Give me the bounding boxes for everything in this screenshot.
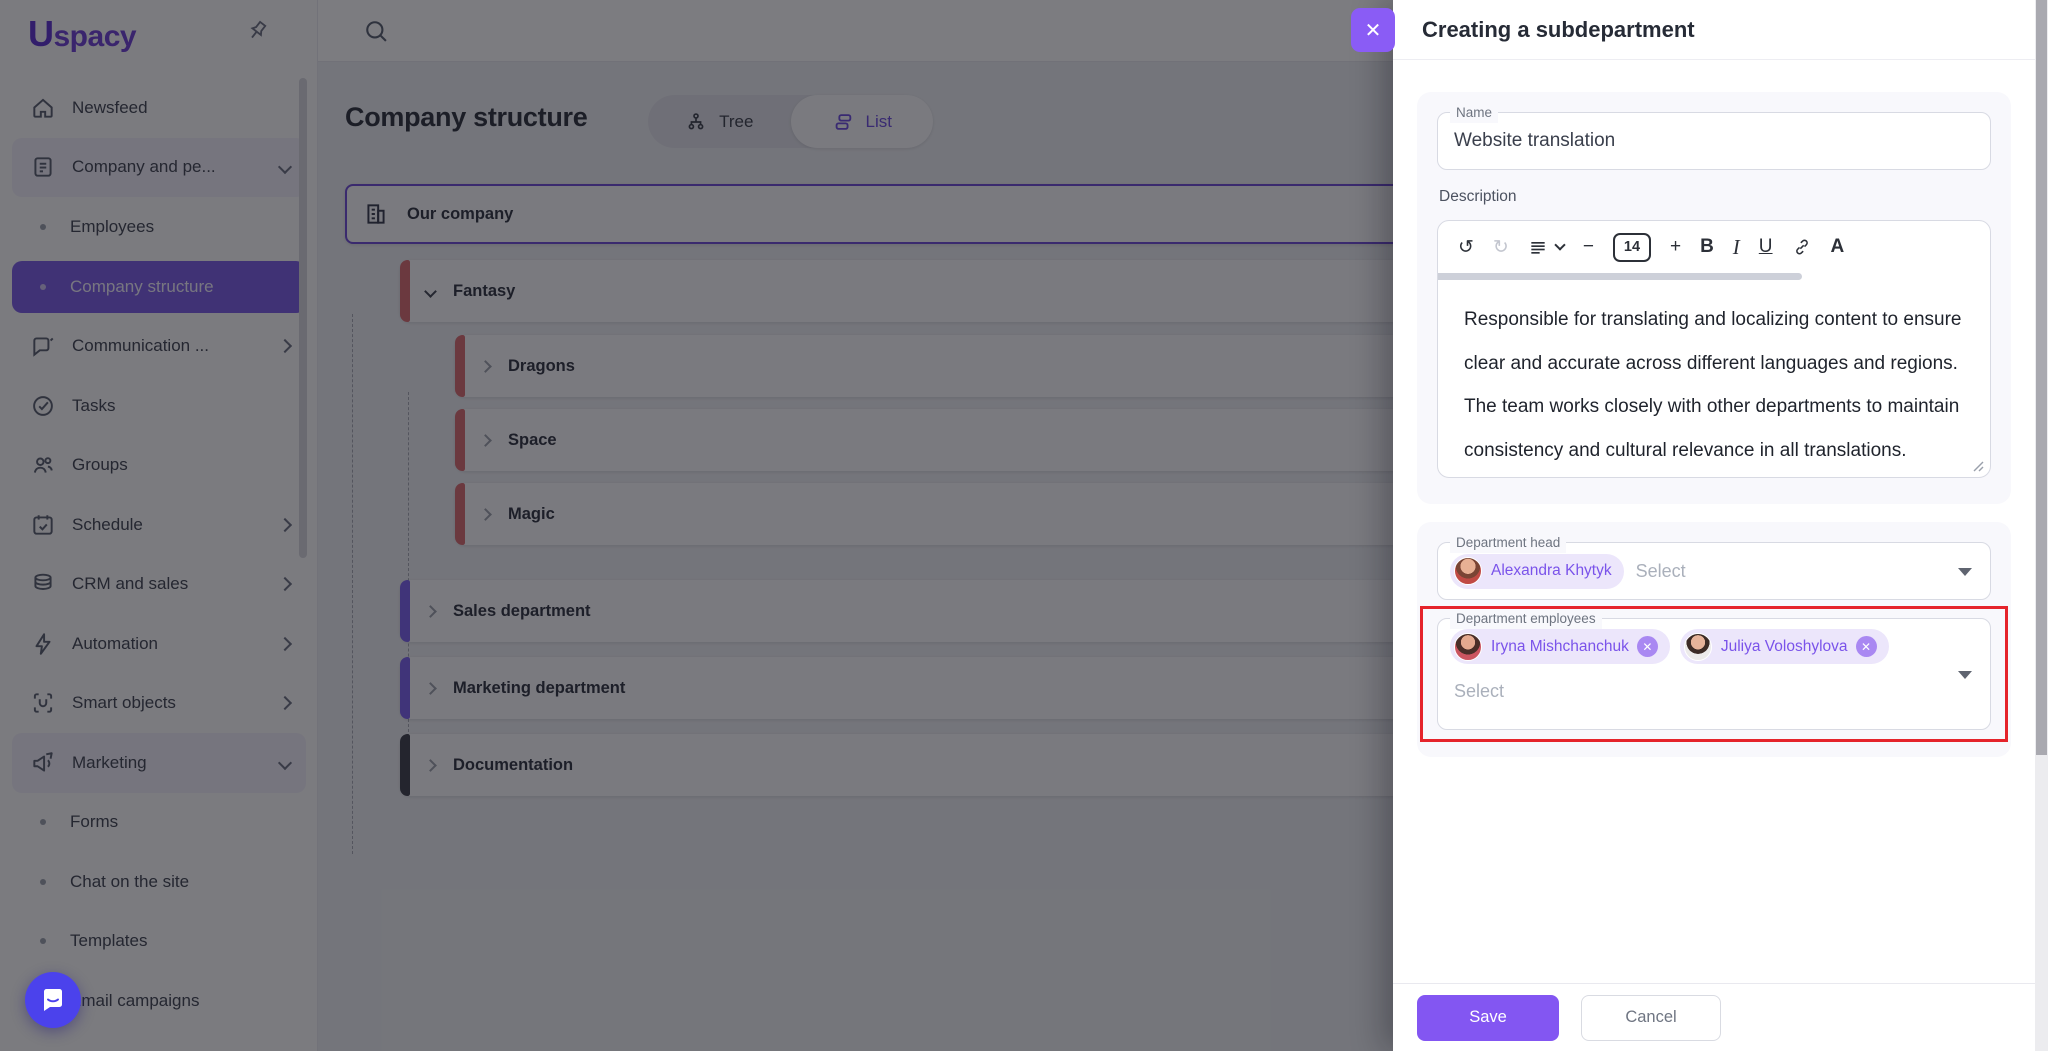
redo-icon[interactable]: ↻ <box>1493 236 1509 259</box>
undo-icon[interactable]: ↺ <box>1458 236 1474 259</box>
resize-handle-icon[interactable] <box>1972 460 1984 472</box>
chip-name: Juliya Voloshylova <box>1720 637 1848 655</box>
chat-launcher-button[interactable] <box>25 972 81 1028</box>
department-employees-select[interactable]: Department employees Iryna Mishchanchuk … <box>1437 609 1991 730</box>
description-editor[interactable]: ↺ ↻ − 14 + B I U A Responsible for trans… <box>1437 220 1991 478</box>
drawer-header: Creating a subdepartment <box>1393 0 2035 60</box>
employee-chips: Iryna Mishchanchuk ✕ Juliya Voloshylova … <box>1450 629 1889 664</box>
dropdown-caret-icon[interactable] <box>1958 568 1972 576</box>
italic-icon[interactable]: I <box>1733 235 1740 260</box>
link-icon[interactable] <box>1792 237 1812 257</box>
underline-icon[interactable]: U <box>1759 236 1773 258</box>
department-head-label: Department head <box>1450 533 1567 553</box>
editor-toolbar: ↺ ↻ − 14 + B I U A <box>1438 221 1990 273</box>
bold-icon[interactable]: B <box>1700 236 1714 258</box>
remove-chip-icon[interactable]: ✕ <box>1636 636 1658 657</box>
chip-name: Alexandra Khytyk <box>1491 562 1612 579</box>
decrease-font-icon[interactable]: − <box>1583 236 1594 258</box>
chevron-down-icon <box>1554 239 1566 251</box>
window-scrollbar[interactable] <box>2035 0 2048 1051</box>
font-size-value[interactable]: 14 <box>1612 232 1651 262</box>
scrollbar-thumb[interactable] <box>2036 0 2047 755</box>
screen: UUspacyspacy Newsfeed <box>0 0 2048 1051</box>
department-head-select[interactable]: Department head Alexandra Khytyk Select <box>1437 533 1991 600</box>
chat-bubble-icon <box>44 989 62 1011</box>
description-text[interactable]: Responsible for translating and localizi… <box>1438 280 1990 473</box>
name-field-value: Website translation <box>1454 130 1616 151</box>
description-label: Description <box>1439 188 1517 205</box>
name-field-label: Name <box>1450 103 1499 123</box>
chip-name: Iryna Mishchanchuk <box>1491 637 1629 655</box>
drawer-footer: Save Cancel <box>1393 983 2035 1051</box>
name-field[interactable]: Name Website translation <box>1437 103 1991 170</box>
general-info-card: Name Website translation Description ↺ ↻… <box>1417 92 2011 504</box>
department-head-chip: Alexandra Khytyk <box>1450 553 1624 589</box>
employee-chip: Juliya Voloshylova ✕ <box>1679 629 1889 664</box>
employee-chip: Iryna Mishchanchuk ✕ <box>1450 629 1670 664</box>
align-icon[interactable] <box>1528 237 1566 257</box>
department-people-card: Department head Alexandra Khytyk Select … <box>1417 522 2011 757</box>
toolbar-scrollbar[interactable] <box>1438 273 1990 280</box>
close-icon[interactable]: ✕ <box>1351 8 1395 52</box>
drawer-title: Creating a subdepartment <box>1422 16 1695 42</box>
department-employees-label: Department employees <box>1450 609 1602 629</box>
save-button[interactable]: Save <box>1417 994 1559 1041</box>
avatar <box>1683 632 1712 661</box>
remove-chip-icon[interactable]: ✕ <box>1855 636 1877 657</box>
dropdown-caret-icon[interactable] <box>1958 671 1972 679</box>
cancel-button[interactable]: Cancel <box>1581 994 1721 1041</box>
avatar <box>1454 632 1482 661</box>
increase-font-icon[interactable]: + <box>1670 236 1681 258</box>
select-placeholder: Select <box>1454 681 1505 701</box>
avatar <box>1454 557 1482 585</box>
create-subdepartment-drawer: Creating a subdepartment ✕ Name Website … <box>1351 0 2048 1051</box>
font-color-icon[interactable]: A <box>1831 236 1845 258</box>
select-placeholder: Select <box>1635 560 1686 581</box>
